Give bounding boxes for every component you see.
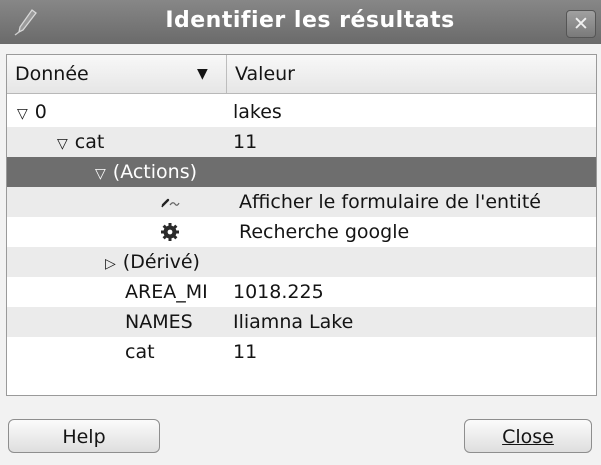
title-bar: Identifier les résultats ✕ [0, 0, 601, 44]
tree-header: Donnée ▼ Valeur [7, 55, 596, 94]
row-value: 1018.225 [233, 281, 324, 303]
tree-row-area[interactable]: AREA_MI 1018.225 [7, 277, 596, 307]
tree-row-attr-cat[interactable]: cat 11 [7, 337, 596, 367]
help-button[interactable]: Help [8, 419, 160, 453]
row-value: 11 [233, 131, 258, 153]
row-value: 11 [233, 341, 258, 363]
collapsed-arrow-icon[interactable]: ▷ [105, 249, 116, 279]
tree-row-root[interactable]: ▽ 0 lakes [7, 97, 596, 127]
row-label: AREA_MI [125, 281, 208, 303]
tree-row-names[interactable]: NAMES Iliamna Lake [7, 307, 596, 337]
column-header-data[interactable]: Donnée [9, 55, 227, 93]
expanded-arrow-icon[interactable]: ▽ [57, 129, 68, 159]
tree-row-action-google[interactable]: Recherche google [7, 217, 596, 247]
row-label: (Dérivé) [122, 251, 200, 273]
tree-row-cat[interactable]: ▽ cat 11 [7, 127, 596, 157]
row-value: Afficher le formulaire de l'entité [239, 191, 541, 213]
row-label: (Actions) [112, 161, 198, 183]
row-label: 0 [34, 101, 47, 123]
column-header-value[interactable]: Valeur [235, 55, 295, 93]
column-header-data-label: Donnée [15, 63, 89, 85]
edit-form-icon [161, 198, 180, 208]
row-label: cat [125, 341, 155, 363]
close-icon: ✕ [573, 13, 589, 35]
tree-row-actions[interactable]: ▽ (Actions) [7, 157, 596, 187]
row-label: cat [74, 131, 105, 153]
expanded-arrow-icon[interactable]: ▽ [95, 159, 106, 189]
help-button-label: Help [62, 426, 106, 448]
gear-icon [161, 223, 179, 241]
row-value: Iliamna Lake [233, 311, 354, 333]
tree-row-derived[interactable]: ▷ (Dérivé) [7, 247, 596, 277]
window-close-button[interactable]: ✕ [566, 10, 596, 38]
results-tree[interactable]: Donnée ▼ Valeur ▽ 0 lakes ▽ cat 11 ▽ (Actio… [6, 54, 597, 396]
expanded-arrow-icon[interactable]: ▽ [17, 99, 28, 129]
chevron-down-icon[interactable]: ▼ [197, 55, 208, 93]
tree-row-action-form[interactable]: Afficher le formulaire de l'entité [7, 187, 596, 217]
close-button-label: Close [502, 426, 554, 448]
window-title: Identifier les résultats [165, 8, 455, 33]
row-value: Recherche google [239, 221, 410, 243]
close-button[interactable]: Close [464, 419, 592, 453]
column-header-value-label: Valeur [235, 63, 295, 85]
identify-tool-icon [14, 9, 37, 36]
row-value: lakes [233, 101, 282, 123]
row-label: NAMES [125, 311, 193, 333]
